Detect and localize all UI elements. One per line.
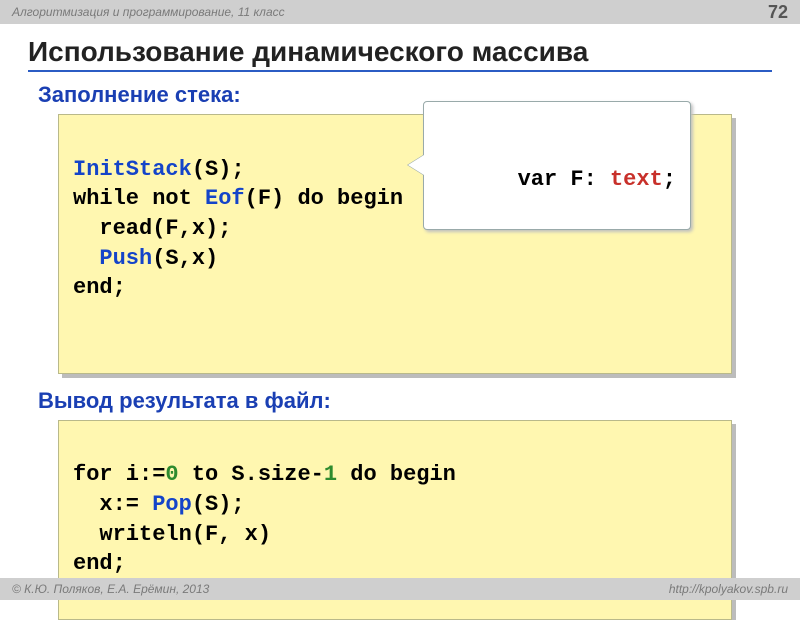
footer-bar: © К.Ю. Поляков, Е.А. Ерёмин, 2013 http:/… — [0, 578, 800, 600]
code-token: Pop — [152, 492, 192, 517]
callout-var-f: var F: text; — [423, 101, 691, 230]
section2-heading: Вывод результата в файл: — [38, 388, 772, 414]
code-token: InitStack — [73, 157, 192, 182]
code-token: 1 — [324, 462, 337, 487]
page-number: 72 — [768, 2, 788, 23]
code-token — [73, 246, 99, 271]
header-bar: Алгоритмизация и программирование, 11 кл… — [0, 0, 800, 24]
code-token: Eof — [205, 186, 245, 211]
code-token: (S); — [192, 157, 245, 182]
page-title: Использование динамического массива — [28, 36, 772, 72]
footer-authors: © К.Ю. Поляков, Е.А. Ерёмин, 2013 — [12, 582, 209, 596]
callout-tail-icon — [408, 155, 424, 175]
code-token: while not — [73, 186, 205, 211]
code-token: end; — [73, 275, 126, 300]
code-token: Push — [99, 246, 152, 271]
code-token: writeln(F, x) — [73, 522, 271, 547]
footer-url: http://kpolyakov.spb.ru — [669, 582, 788, 596]
code-token: to S.size- — [179, 462, 324, 487]
code-token: read(F,x); — [73, 216, 231, 241]
code-token: (F) do begin — [245, 186, 403, 211]
code-block-fill-stack: InitStack(S); while not Eof(F) do begin … — [58, 114, 732, 374]
code-token: (S); — [192, 492, 245, 517]
code-token: var F: — [518, 167, 610, 192]
code-token: end; — [73, 551, 126, 576]
slide-body: Использование динамического массива Запо… — [0, 24, 800, 620]
code-token: x:= — [73, 492, 152, 517]
course-label: Алгоритмизация и программирование, 11 кл… — [12, 5, 285, 19]
code-token: (S,x) — [152, 246, 218, 271]
code-token: 0 — [165, 462, 178, 487]
code-token: text — [610, 167, 663, 192]
code-token: ; — [663, 167, 676, 192]
code-token: for i:= — [73, 462, 165, 487]
code-token: do begin — [337, 462, 456, 487]
